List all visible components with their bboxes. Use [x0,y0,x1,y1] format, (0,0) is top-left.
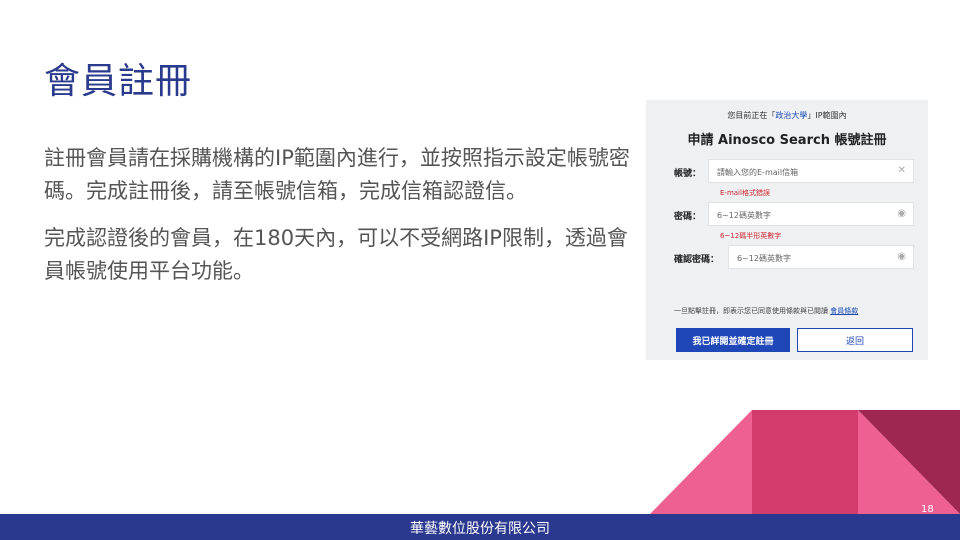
footer-bar: 華藝數位股份有限公司 [0,514,960,540]
decorative-shapes [650,410,960,514]
footer-company: 華藝數位股份有限公司 [410,521,550,537]
deco-crimson-block [752,410,858,514]
deco-pink-triangle [650,410,752,514]
